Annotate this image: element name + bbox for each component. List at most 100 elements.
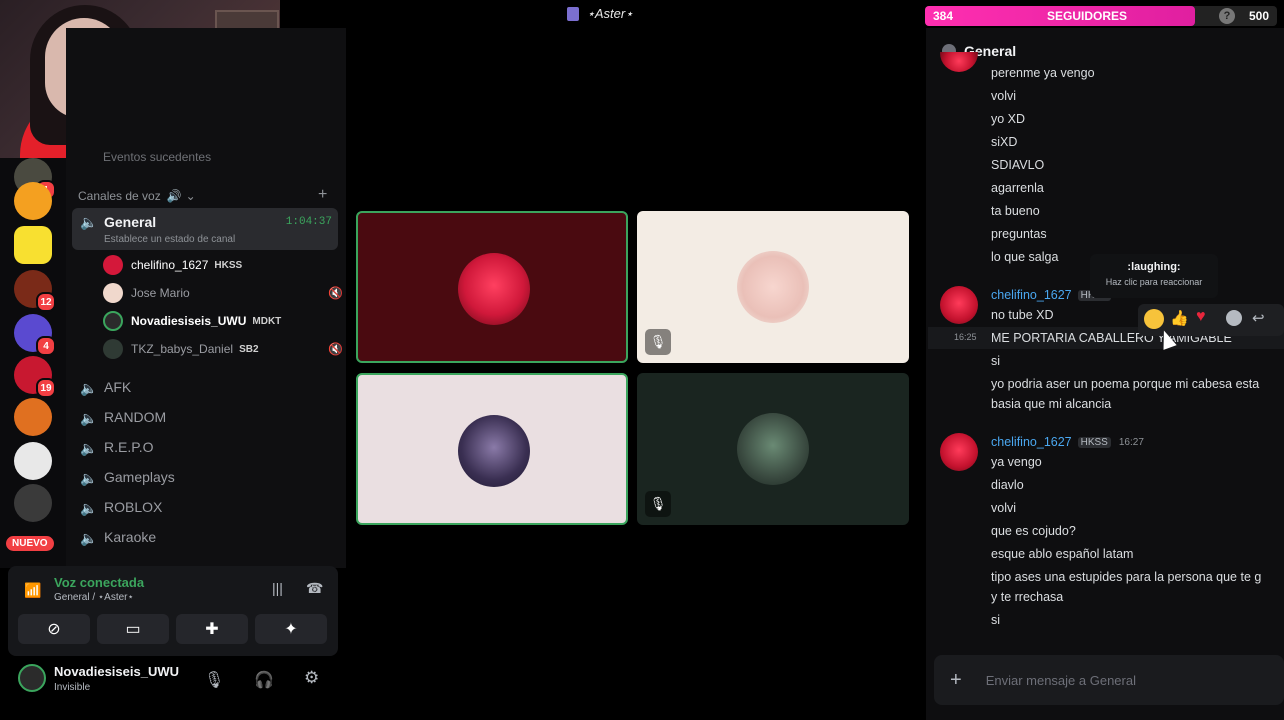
- avatar: [103, 339, 123, 359]
- author-name: chelifino_1627: [991, 288, 1072, 302]
- message-time: 16:27: [1118, 436, 1144, 448]
- chat-message: esque ablo español latam: [991, 547, 1134, 561]
- tooltip-hint: Haz clic para reaccionar: [1105, 277, 1203, 287]
- video-tile[interactable]: 🎙: [637, 211, 909, 363]
- window-title-bar: ⋆Aster⋆: [280, 0, 920, 28]
- gear-icon[interactable]: ⚙: [304, 668, 319, 688]
- channel-partial-top: Eventos sucedentes: [103, 150, 212, 164]
- avatar: [103, 255, 123, 275]
- member-name: Jose Mario: [131, 286, 190, 300]
- speaker-icon: 🔊: [166, 189, 182, 203]
- avatar: [940, 286, 978, 324]
- add-reaction-icon[interactable]: [1226, 310, 1242, 326]
- video-tile[interactable]: [356, 373, 628, 525]
- voice-channel-repo[interactable]: 🔈 R.E.P.O: [80, 432, 280, 462]
- chat-message: volvi: [991, 89, 1017, 103]
- message-author[interactable]: chelifino_1627 HKSS 16:27: [991, 435, 1144, 449]
- followers-current: 384: [933, 9, 954, 23]
- app-icon: [566, 7, 579, 21]
- disconnect-icon[interactable]: ☎: [306, 580, 323, 597]
- server-icon[interactable]: [14, 484, 52, 522]
- video-tile[interactable]: 🎙: [637, 373, 909, 525]
- window-title: ⋆Aster⋆: [586, 6, 634, 21]
- tooltip-title: :laughing:: [1127, 261, 1181, 273]
- server-icon[interactable]: [14, 182, 52, 220]
- voice-channel-karaoke[interactable]: 🔈 Karaoke: [80, 522, 280, 552]
- thumbs-up-emoji-button[interactable]: 👍: [1170, 309, 1189, 327]
- activities-icon: ✚: [205, 621, 219, 638]
- voice-section-header[interactable]: Canales de voz 🔊 ⌄: [78, 189, 196, 203]
- chat-message: tipo ases una estupides para la persona …: [991, 570, 1262, 584]
- chat-message: yo XD: [991, 112, 1026, 126]
- server-icon[interactable]: [14, 226, 52, 264]
- voice-channel-roblox[interactable]: 🔈 ROBLOX: [80, 492, 280, 522]
- headphones-icon[interactable]: 🎧: [254, 670, 274, 690]
- speaker-icon: 🔈: [80, 530, 98, 546]
- server-rail: 1 12 4 19: [0, 158, 66, 568]
- voice-channel-gameplays[interactable]: 🔈 Gameplays: [80, 462, 280, 492]
- voice-member[interactable]: chelifino_1627 HKSS: [103, 251, 343, 279]
- voice-channel-afk[interactable]: 🔈 AFK: [80, 372, 280, 402]
- voice-channel-random[interactable]: 🔈 RANDOM: [80, 402, 280, 432]
- avatar: [103, 311, 123, 331]
- chat-message: y te rrechasa: [991, 590, 1064, 604]
- chat-header: General: [926, 36, 1284, 66]
- server-icon[interactable]: 4: [14, 314, 56, 356]
- activities-button[interactable]: ✚: [176, 614, 248, 644]
- server-icon[interactable]: [14, 398, 52, 436]
- voice-member[interactable]: Jose Mario 🔇: [103, 279, 343, 307]
- user-status: Invisible: [54, 682, 91, 693]
- chat-message: perenme ya vengo: [991, 66, 1095, 80]
- message-composer[interactable]: + Enviar mensaje a General: [934, 655, 1284, 705]
- followers-goal-bar: 384 SEGUIDORES ? 500: [925, 6, 1277, 26]
- voice-member[interactable]: Novadiesiseis_UWU MDKT: [103, 307, 343, 335]
- channel-name: Karaoke: [104, 529, 157, 545]
- channel-name: R.E.P.O: [104, 439, 154, 455]
- chat-message: SDIAVLO: [991, 158, 1045, 172]
- speaker-icon: 🔈: [80, 214, 98, 230]
- member-name: Novadiesiseis_UWU: [131, 314, 247, 328]
- notification-badge: 12: [36, 292, 56, 312]
- chat-message: volvi: [991, 501, 1017, 515]
- attach-plus-icon[interactable]: +: [950, 669, 962, 692]
- speaker-icon: 🔈: [80, 410, 98, 426]
- laughing-emoji-button[interactable]: [1144, 309, 1164, 329]
- video-tile[interactable]: [356, 211, 628, 363]
- microphone-icon[interactable]: 🎙: [204, 670, 224, 690]
- avatar: [940, 433, 978, 471]
- chat-message: si: [991, 354, 1001, 368]
- add-channel-icon[interactable]: +: [318, 186, 327, 204]
- notification-badge: 19: [36, 378, 56, 398]
- message-input[interactable]: Enviar mensaje a General: [986, 673, 1136, 688]
- server-icon[interactable]: 19: [14, 356, 56, 398]
- chat-message: siXD: [991, 135, 1018, 149]
- speaker-icon: 🔈: [80, 470, 98, 486]
- help-icon: ?: [1218, 8, 1235, 24]
- server-icon[interactable]: 12: [14, 270, 56, 312]
- screen-share-icon: ▭: [125, 621, 141, 638]
- heart-emoji-button[interactable]: ♥: [1196, 308, 1206, 326]
- avatar: [737, 413, 809, 485]
- voice-channel-general[interactable]: 🔈 General 1:04:37 Establece un estado de…: [72, 208, 338, 250]
- camera-off-icon: ⊘: [47, 621, 61, 638]
- avatar: [103, 283, 123, 303]
- camera-button[interactable]: ⊘: [18, 614, 90, 644]
- screen-share-button[interactable]: ▭: [97, 614, 169, 644]
- chat-message: lo que salga: [991, 250, 1059, 264]
- avatar: [458, 253, 530, 325]
- soundboard-button[interactable]: ✦: [255, 614, 327, 644]
- voice-connection-panel: 📶 Voz conectada General / ⋆Aster⋆ ||| ☎ …: [8, 566, 338, 656]
- member-tag: HKSS: [214, 259, 243, 271]
- voice-section-label: Canales de voz: [78, 189, 161, 203]
- server-icon[interactable]: [14, 442, 52, 480]
- chevron-down-icon: ⌄: [185, 189, 196, 203]
- channel-name: Gameplays: [104, 469, 175, 485]
- chat-message: agarrenla: [991, 181, 1044, 195]
- channel-name: General: [104, 214, 157, 230]
- voice-member[interactable]: TKZ_babys_Daniel SB2 🔇: [103, 335, 343, 363]
- avatar: [18, 664, 46, 692]
- reply-icon[interactable]: ↩: [1252, 309, 1265, 327]
- soundboard-icon[interactable]: |||: [272, 580, 283, 596]
- member-tag: SB2: [239, 343, 259, 355]
- speaker-icon: 🔈: [80, 440, 98, 456]
